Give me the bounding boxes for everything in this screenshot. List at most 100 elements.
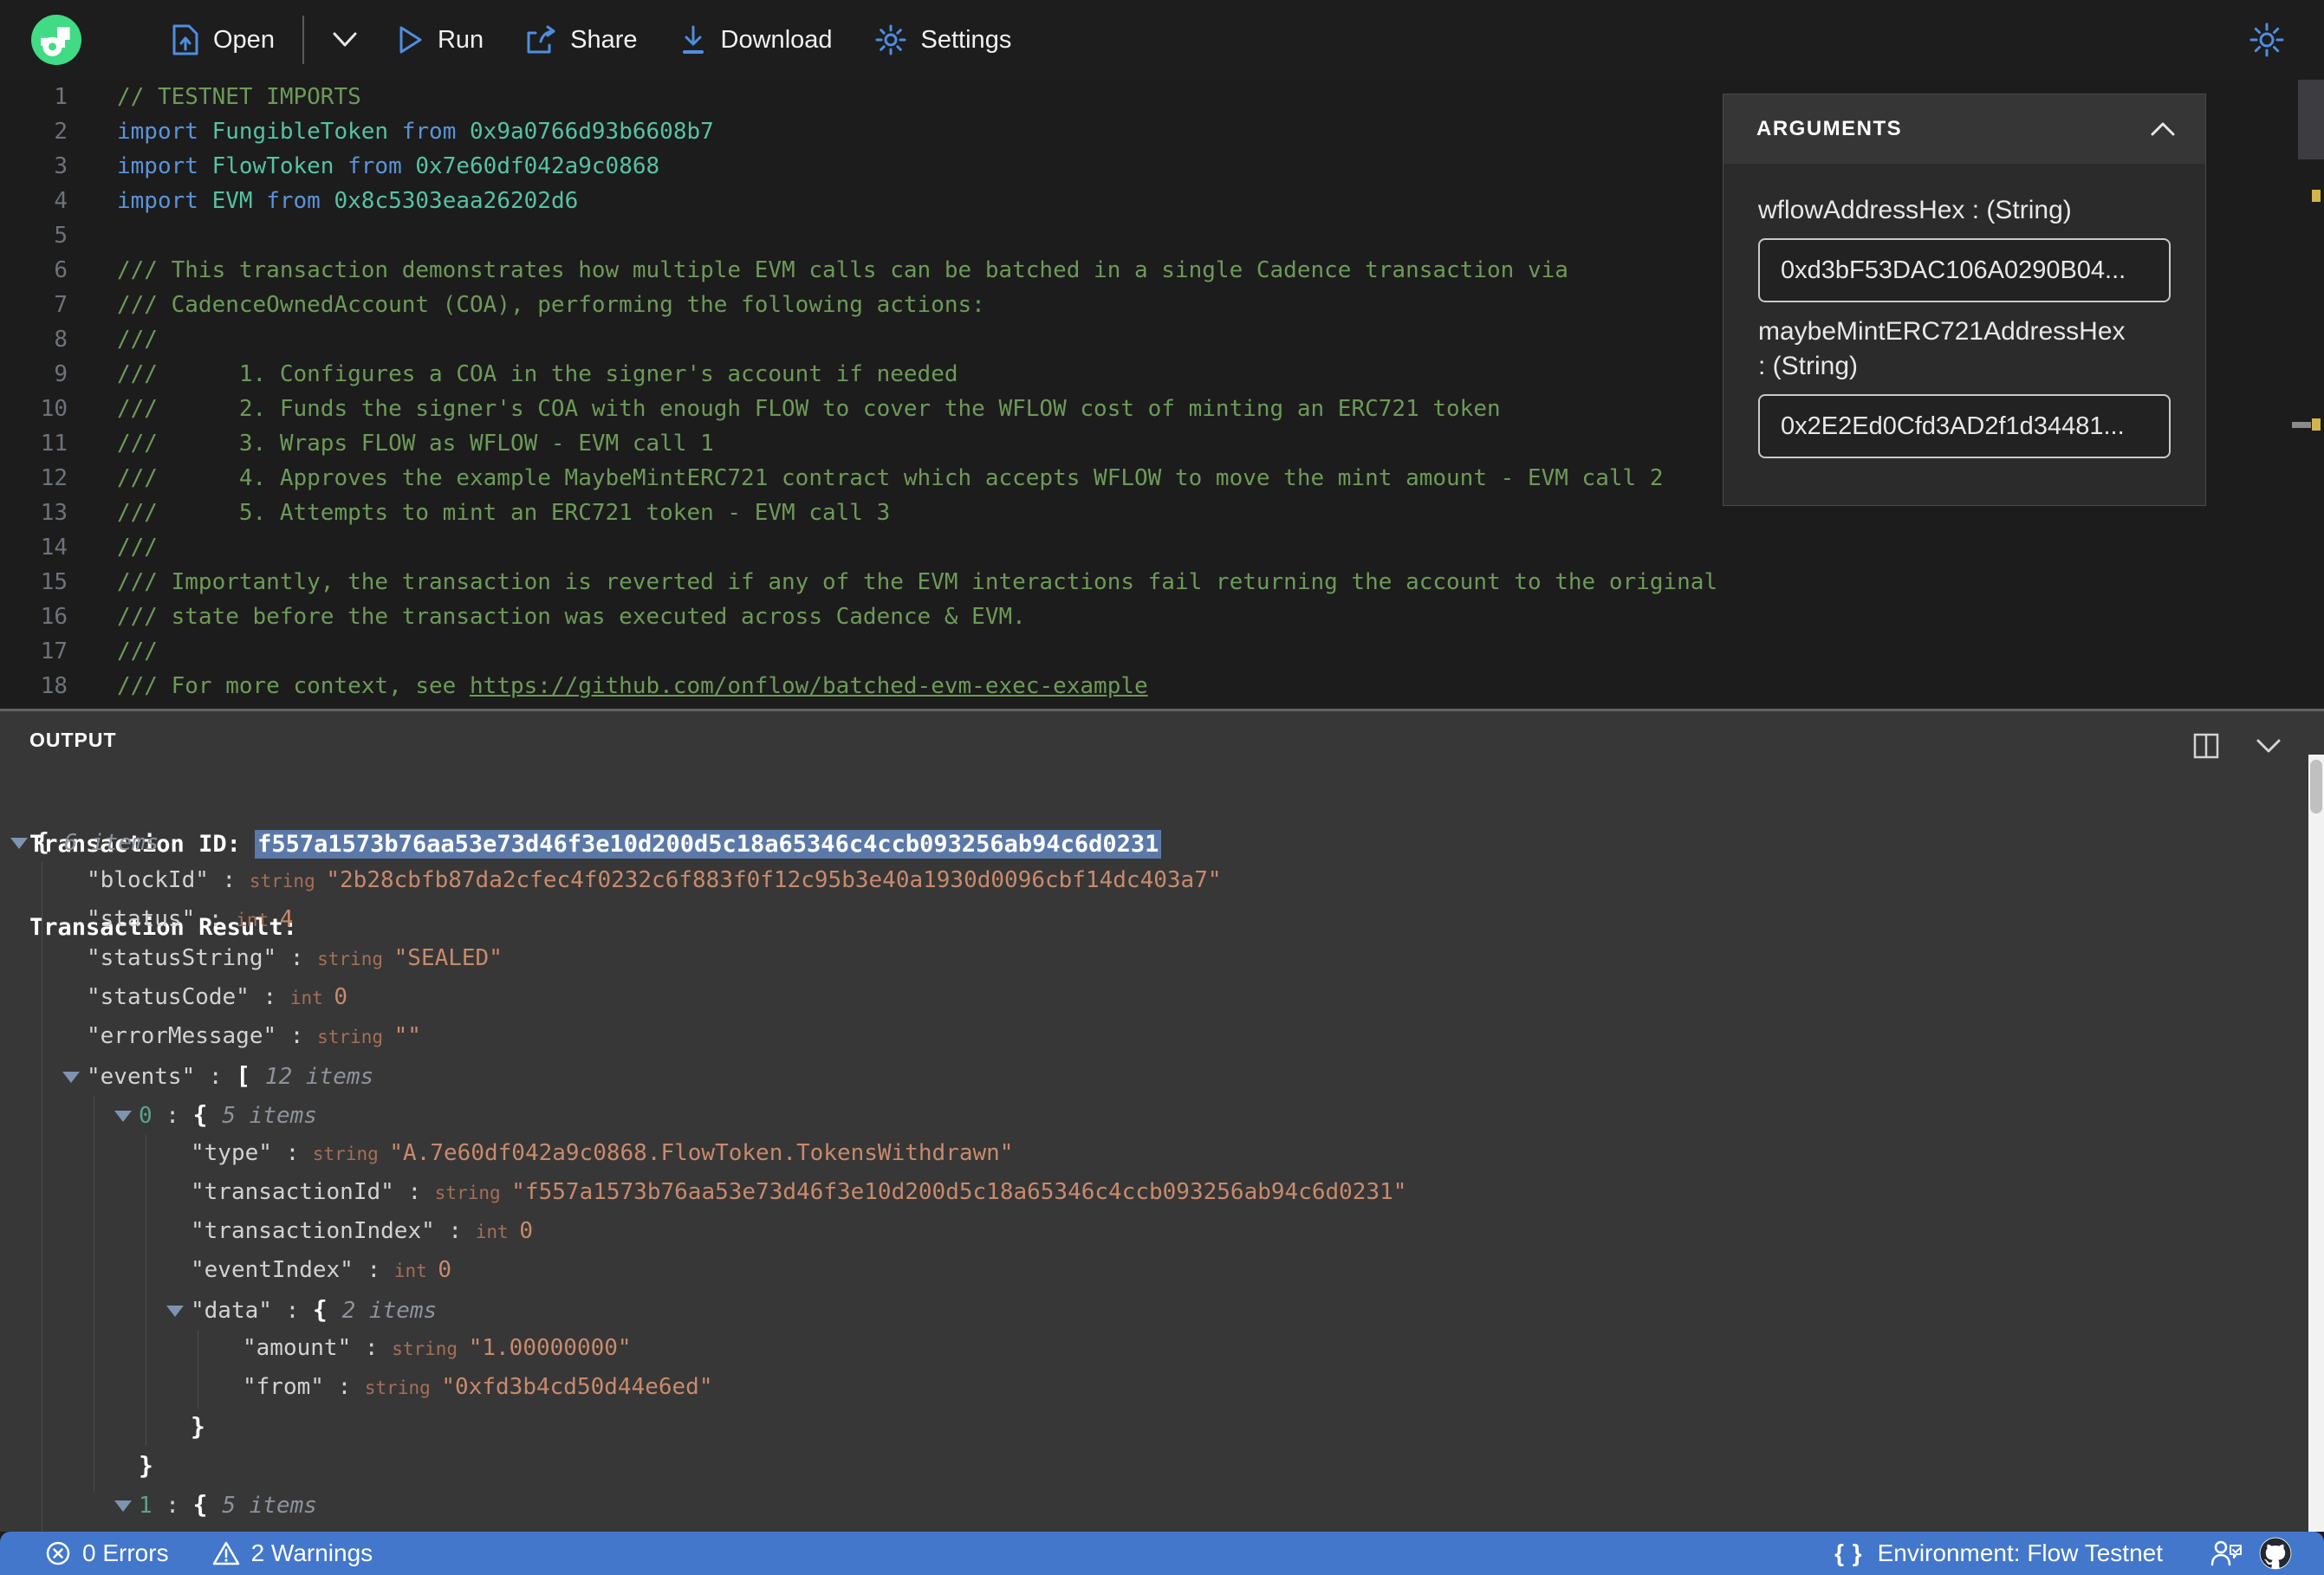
line-number: 1 (54, 84, 68, 110)
json-str: "f557a1573b76aa53e73d46f3e10d200d5c18a65… (511, 1179, 1407, 1205)
json-str: "" (393, 1023, 421, 1049)
json-brace: { (192, 1100, 223, 1129)
output-scrollbar-track[interactable] (2308, 755, 2324, 1532)
json-key: "transactionId" (191, 1179, 394, 1205)
json-col: : (276, 945, 318, 971)
feedback-icon[interactable] (2210, 1539, 2244, 1568)
warning-icon (212, 1541, 239, 1565)
settings-button[interactable]: Settings (874, 23, 1011, 56)
code-token: EVM (211, 188, 267, 214)
warnings-status[interactable]: 2 Warnings (212, 1539, 373, 1567)
code-line: 16 /// state before the transaction was e… (0, 600, 2324, 634)
json-tree-row: "data" : { 2 items (0, 1290, 2288, 1329)
json-items: 5 items (222, 1103, 317, 1129)
arguments-header[interactable]: ARGUMENTS (1724, 94, 2205, 164)
errors-status[interactable]: 0 Errors (45, 1539, 169, 1567)
open-button[interactable]: Open (172, 23, 275, 56)
chevron-up-icon (2151, 122, 2175, 136)
environment-label[interactable]: Environment: Flow Testnet (1878, 1539, 2163, 1567)
json-str: 0 (438, 1257, 452, 1283)
argument-label: wflowAddressHex : (String) (1758, 196, 2072, 224)
json-key: "errorMessage" (87, 1023, 277, 1049)
editor-scrollbar[interactable] (2298, 80, 2324, 159)
line-number: 12 (40, 465, 68, 491)
code-token: /// state before the transaction was exe… (117, 604, 1026, 630)
split-view-icon[interactable] (2192, 732, 2220, 760)
json-str: 0 (334, 984, 348, 1010)
open-label: Open (213, 25, 275, 54)
json-tree-row: 0 : { 5 items (0, 1095, 2288, 1134)
json-tree-row: 1 : { 5 items (0, 1485, 2288, 1524)
ruler-position-mark (2292, 422, 2311, 428)
code-token: /// This transaction demonstrates how mu… (117, 257, 1568, 283)
json-str: 4 (279, 906, 294, 932)
json-brace: } (191, 1412, 205, 1441)
json-tree-row: } (0, 1446, 2288, 1485)
json-typ: string (364, 1377, 442, 1398)
json-idx: 0 (139, 1103, 153, 1129)
run-button[interactable]: Run (398, 25, 484, 55)
json-items: 12 items (264, 1064, 374, 1090)
argument-input[interactable]: 0x2E2Ed0Cfd3AD2f1d34481... (1758, 394, 2171, 458)
github-icon[interactable] (2258, 1536, 2293, 1571)
collapse-triangle-icon[interactable] (114, 1500, 132, 1512)
json-col: : (271, 1298, 313, 1324)
toolbar-divider (302, 16, 304, 64)
code-line: 14 /// (0, 530, 2324, 565)
code-token: /// 5. Attempts to mint an ERC721 token … (117, 500, 891, 526)
code-link[interactable]: https://github.com/onflow/batched-evm-ex… (470, 673, 1148, 699)
arguments-body: wflowAddressHex : (String) 0xd3bF53DAC10… (1724, 164, 2205, 505)
collapse-triangle-icon[interactable] (10, 838, 28, 849)
json-brace: { (35, 827, 64, 856)
status-bar: 0 Errors 2 Warnings { } Environment: Flo… (0, 1532, 2324, 1575)
output-scrollbar-thumb[interactable] (2310, 760, 2322, 813)
json-typ: string (249, 871, 327, 891)
json-brace: { (192, 1490, 223, 1519)
collapse-triangle-icon[interactable] (114, 1111, 132, 1122)
output-panel[interactable]: OUTPUT Transaction ID: f557a1573b76aa53e… (0, 709, 2324, 1532)
line-number: 8 (54, 327, 68, 353)
share-icon (527, 25, 555, 54)
json-brace: [ (236, 1061, 265, 1090)
run-icon (399, 26, 422, 54)
collapse-output-icon[interactable] (2255, 737, 2282, 755)
json-key: "statusCode" (87, 984, 250, 1010)
json-key: "eventIndex" (191, 1257, 354, 1283)
json-key: "events" (87, 1064, 196, 1090)
ruler-warning-mark (2312, 418, 2321, 431)
open-dropdown-button[interactable] (330, 30, 360, 49)
json-str: "0xfd3b4cd50d44e6ed" (441, 1374, 713, 1400)
json-items: 6 items (63, 830, 159, 856)
flow-logo (31, 15, 81, 65)
share-button[interactable]: Share (525, 24, 638, 55)
json-tree-row: "blockId" : string "2b28cbfb87da2cfec4f0… (0, 861, 2288, 900)
code-token: /// (117, 327, 158, 353)
code-token: /// For more context, see (117, 673, 470, 699)
json-typ: int (393, 1261, 438, 1281)
json-tree-row: "transactionId" : string "f557a1573b76aa… (0, 1173, 2288, 1212)
code-token: from (266, 188, 334, 214)
json-str: "A.7e60df042a9c0868.FlowToken.TokensWith… (389, 1140, 1014, 1166)
download-button[interactable]: Download (679, 24, 833, 55)
json-tree-row: "statusString" : string "SEALED" (0, 939, 2288, 978)
line-number: 5 (54, 223, 68, 249)
errors-count: 0 Errors (82, 1539, 169, 1566)
argument-input[interactable]: 0xd3bF53DAC106A0290B04... (1758, 238, 2171, 302)
json-col: : (271, 1140, 313, 1166)
theme-toggle-button[interactable] (2248, 21, 2286, 63)
json-col: : (323, 1374, 365, 1400)
json-brace: { (312, 1295, 342, 1324)
code-token: /// Importantly, the transaction is reve… (117, 569, 1718, 595)
code-line: 15 /// Importantly, the transaction is re… (0, 565, 2324, 600)
collapse-triangle-icon[interactable] (166, 1306, 184, 1317)
warnings-count: 2 Warnings (250, 1539, 373, 1566)
json-tree-row: "status" : int 4 (0, 900, 2288, 939)
collapse-triangle-icon[interactable] (62, 1072, 80, 1083)
sun-icon (2249, 23, 2284, 57)
json-col: : (249, 984, 290, 1010)
json-key: "from" (243, 1374, 324, 1400)
code-token: 0x7e60df042a9c0868 (415, 153, 660, 179)
json-col: : (208, 867, 250, 893)
json-idx: 1 (139, 1493, 153, 1519)
json-items: 2 items (341, 1298, 438, 1324)
